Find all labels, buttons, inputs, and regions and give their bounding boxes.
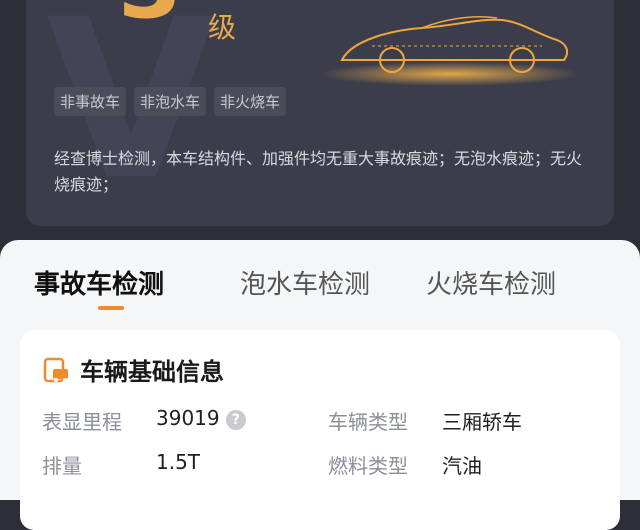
field-value: 三厢轿车 — [442, 410, 522, 434]
tab-fire-check[interactable]: 火烧车检测 — [426, 264, 556, 301]
field-label: 车辆类型 — [328, 410, 408, 434]
report-summary-card: V 3 级 非事故车 非泡水车 非火烧车 经查博士检测，本车结构件、加强件均无重… — [26, 0, 614, 226]
tag-non-accident: 非事故车 — [54, 87, 127, 116]
tab-accident-check[interactable]: 事故车检测 — [34, 264, 164, 301]
field-label: 排量 — [42, 454, 82, 478]
field-mileage-value: 39019 ? — [156, 406, 246, 430]
card-title: 车辆基础信息 — [80, 358, 224, 386]
field-displacement-value: 1.5T — [156, 450, 200, 474]
car-illustration-icon — [320, 15, 580, 86]
tag-list: 非事故车 非泡水车 非火烧车 — [54, 87, 287, 116]
grade-number: 3 — [118, 0, 182, 32]
field-label: 表显里程 — [42, 410, 122, 434]
field-mileage: 表显里程 — [42, 406, 122, 435]
vehicle-basic-info-card: 车辆基础信息 表显里程 39019 ? 车辆类型 三厢轿车 排量 1.5T 燃料… — [20, 330, 620, 530]
field-value: 1.5T — [156, 450, 201, 474]
card-header: 车辆基础信息 — [42, 352, 224, 387]
tag-non-fire: 非火烧车 — [214, 87, 287, 116]
field-label: 燃料类型 — [328, 454, 408, 478]
tab-bar: 事故车检测 泡水车检测 火烧车检测 — [0, 240, 640, 312]
help-icon[interactable]: ? — [225, 409, 246, 430]
field-value: 39019 — [156, 406, 220, 430]
field-value: 汽油 — [442, 454, 482, 478]
field-displacement: 排量 — [42, 450, 82, 479]
detail-sheet: 事故车检测 泡水车检测 火烧车检测 车辆基础信息 表显里程 39019 ? 车辆… — [0, 240, 640, 530]
field-vehicle-type: 车辆类型 — [328, 406, 408, 435]
field-fuel-type: 燃料类型 — [328, 450, 408, 479]
tag-non-flood: 非泡水车 — [134, 87, 207, 116]
grade-unit: 级 — [208, 11, 237, 44]
field-vehicle-type-value: 三厢轿车 — [442, 406, 522, 435]
active-tab-indicator — [98, 306, 124, 310]
car-info-icon — [43, 357, 68, 382]
tab-flood-check[interactable]: 泡水车检测 — [240, 264, 370, 301]
field-fuel-type-value: 汽油 — [442, 450, 482, 479]
inspection-description: 经查博士检测，本车结构件、加强件均无重大事故痕迹；无泡水痕迹；无火烧痕迹； — [54, 149, 583, 194]
